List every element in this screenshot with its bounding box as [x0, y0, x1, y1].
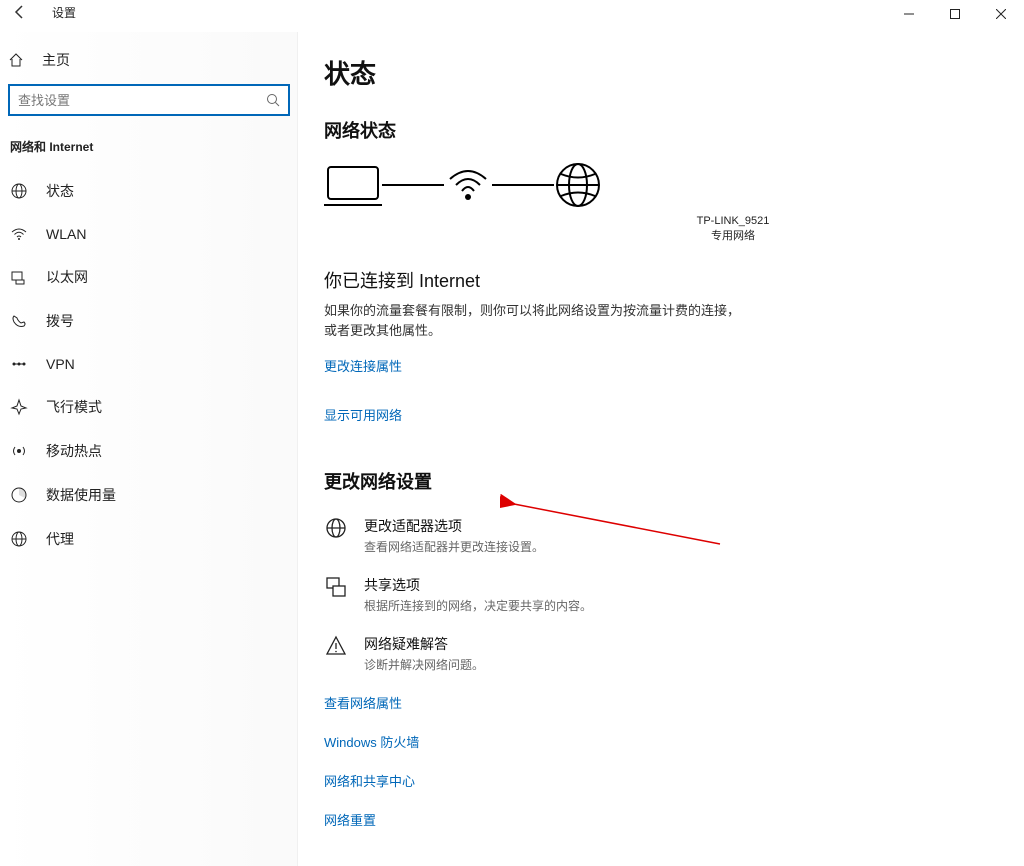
sidebar-item-datausage[interactable]: 数据使用量 — [0, 473, 298, 517]
home-link[interactable]: 主页 — [0, 44, 298, 84]
sidebar-item-airplane[interactable]: 飞行模式 — [0, 385, 298, 429]
option-adapter[interactable]: 更改适配器选项 查看网络适配器并更改连接设置。 — [324, 516, 1024, 555]
data-usage-icon — [10, 486, 28, 504]
option-title: 共享选项 — [364, 575, 592, 595]
link-firewall[interactable]: Windows 防火墙 — [324, 732, 1024, 751]
proxy-icon — [10, 530, 28, 548]
hotspot-icon — [10, 442, 28, 460]
close-button[interactable] — [978, 0, 1024, 28]
sidebar-item-label: 代理 — [46, 529, 74, 549]
network-type: 专用网络 — [442, 227, 1024, 243]
sidebar-item-proxy[interactable]: 代理 — [0, 517, 298, 561]
device-icon — [324, 163, 382, 207]
adapter-icon — [324, 516, 348, 540]
link-show-networks[interactable]: 显示可用网络 — [324, 405, 1024, 424]
link-view-props[interactable]: 查看网络属性 — [324, 693, 1024, 712]
link-change-connection-props[interactable]: 更改连接属性 — [324, 356, 1024, 375]
wifi-icon — [10, 225, 28, 243]
maximize-button[interactable] — [932, 0, 978, 28]
sidebar-item-status[interactable]: 状态 — [0, 169, 298, 213]
change-settings-heading: 更改网络设置 — [324, 468, 1024, 494]
sidebar-item-label: 飞行模式 — [46, 397, 102, 417]
sidebar-item-label: 数据使用量 — [46, 485, 116, 505]
vpn-icon — [10, 355, 28, 373]
content: 状态 网络状态 TP-LINK_9521 专用网络 你已连接到 Internet… — [298, 32, 1024, 866]
sidebar-item-dialup[interactable]: 拨号 — [0, 299, 298, 343]
ethernet-icon — [10, 268, 28, 286]
connected-heading: 你已连接到 Internet — [324, 267, 1024, 293]
sidebar-item-label: 以太网 — [46, 267, 88, 287]
option-title: 更改适配器选项 — [364, 516, 544, 536]
option-sharing[interactable]: 共享选项 根据所连接到的网络，决定要共享的内容。 — [324, 575, 1024, 614]
sidebar-item-ethernet[interactable]: 以太网 — [0, 255, 298, 299]
app-title: 设置 — [52, 4, 76, 21]
status-heading: 网络状态 — [324, 117, 1024, 143]
connection-line — [382, 184, 444, 186]
sidebar: 主页 网络和 Internet 状态 WLAN 以太网 拨号 VPN — [0, 32, 298, 866]
wifi-router-icon — [444, 165, 492, 205]
network-diagram — [324, 161, 1024, 209]
search-icon — [266, 93, 280, 107]
airplane-icon — [10, 398, 28, 416]
status-icon — [10, 182, 28, 200]
option-desc: 诊断并解决网络问题。 — [364, 656, 484, 673]
sidebar-item-wlan[interactable]: WLAN — [0, 213, 298, 255]
back-button[interactable] — [8, 0, 32, 24]
search-input[interactable] — [18, 93, 266, 108]
sidebar-item-label: 状态 — [46, 181, 74, 201]
sidebar-group-title: 网络和 Internet — [0, 138, 298, 169]
sidebar-item-label: 移动热点 — [46, 441, 102, 461]
sidebar-item-hotspot[interactable]: 移动热点 — [0, 429, 298, 473]
sharing-icon — [324, 575, 348, 599]
minimize-button[interactable] — [886, 0, 932, 28]
search-input-wrap[interactable] — [8, 84, 290, 116]
sidebar-item-label: WLAN — [46, 226, 86, 242]
link-sharing-center[interactable]: 网络和共享中心 — [324, 771, 1024, 790]
network-name: TP-LINK_9521 — [442, 215, 1024, 227]
dialup-icon — [10, 312, 28, 330]
troubleshoot-icon — [324, 634, 348, 658]
option-troubleshoot[interactable]: 网络疑难解答 诊断并解决网络问题。 — [324, 634, 1024, 673]
connected-desc: 如果你的流量套餐有限制，则你可以将此网络设置为按流量计费的连接，或者更改其他属性… — [324, 301, 744, 340]
globe-icon — [554, 161, 602, 209]
sidebar-item-vpn[interactable]: VPN — [0, 343, 298, 385]
option-desc: 查看网络适配器并更改连接设置。 — [364, 538, 544, 555]
connection-line — [492, 184, 554, 186]
page-title: 状态 — [324, 54, 1024, 91]
link-network-reset[interactable]: 网络重置 — [324, 810, 1024, 829]
sidebar-item-label: VPN — [46, 356, 75, 372]
option-title: 网络疑难解答 — [364, 634, 484, 654]
home-label: 主页 — [42, 50, 70, 70]
home-icon — [8, 52, 24, 68]
option-desc: 根据所连接到的网络，决定要共享的内容。 — [364, 597, 592, 614]
sidebar-item-label: 拨号 — [46, 311, 74, 331]
